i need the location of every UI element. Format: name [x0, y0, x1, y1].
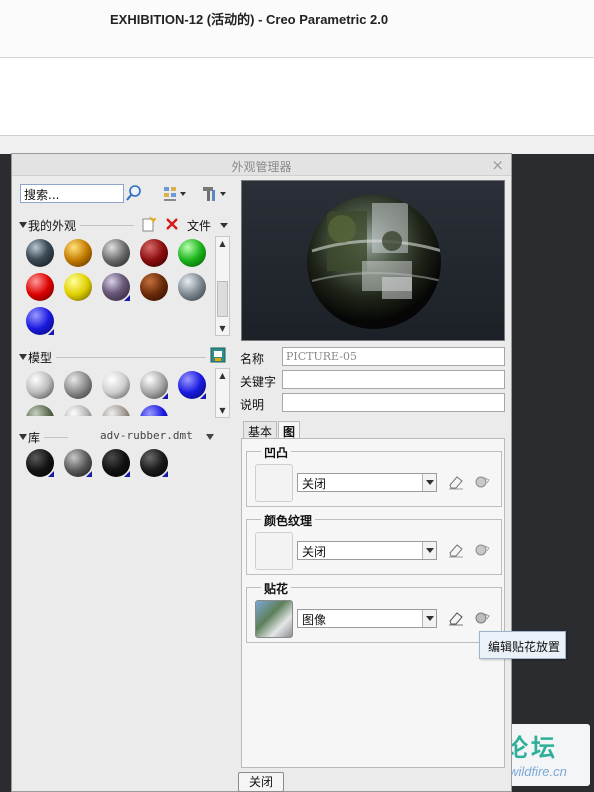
- model-appearance-icon[interactable]: [210, 347, 226, 363]
- appearance-swatch[interactable]: [64, 239, 92, 267]
- description-label: 说明: [240, 398, 265, 412]
- window-title: EXHIBITION-12 (活动的) - Creo Parametric 2.…: [110, 12, 389, 27]
- appearance-manager-dialog: 外观管理器 × 搜索... 我的外观 文件 ▲ ▼ 模型 ▲ ▼ 库 adv-r…: [11, 153, 512, 792]
- keyword-field[interactable]: [282, 370, 505, 389]
- decal-placement-tooltip: 编辑贴花放置: [479, 631, 566, 659]
- appearance-preview: [241, 180, 505, 341]
- custom-marker-icon: [162, 471, 168, 477]
- collapse-triangle-icon[interactable]: [19, 434, 27, 440]
- library-palette: [20, 446, 216, 482]
- appearance-swatch[interactable]: [102, 239, 130, 267]
- library-file-name: adv-rubber.dmt: [100, 429, 193, 442]
- keyword-label: 关键字: [240, 375, 277, 389]
- appearance-swatch[interactable]: [178, 273, 206, 301]
- search-input[interactable]: 搜索...: [20, 184, 124, 203]
- app-title-bar: EXHIBITION-12 (活动的) - Creo Parametric 2.…: [0, 0, 594, 58]
- bump-group: 凹凸 关闭: [246, 444, 502, 507]
- appearance-swatch[interactable]: [26, 239, 54, 267]
- placement-icon[interactable]: [473, 474, 491, 490]
- edit-decal-placement-icon[interactable]: [473, 610, 491, 626]
- appearance-swatch[interactable]: [140, 239, 168, 267]
- appearance-swatch[interactable]: [140, 405, 168, 416]
- custom-marker-icon: [48, 471, 54, 477]
- description-field[interactable]: [282, 393, 505, 412]
- appearance-swatch[interactable]: [26, 405, 54, 416]
- chevron-down-icon[interactable]: [422, 610, 436, 627]
- appearance-swatch[interactable]: [102, 405, 130, 416]
- custom-marker-icon: [86, 471, 92, 477]
- decal-group: 贴花 图像: [246, 580, 502, 643]
- appearance-swatch[interactable]: [140, 273, 168, 301]
- section-divider: [56, 357, 206, 358]
- custom-marker-icon: [200, 393, 206, 399]
- collapse-triangle-icon[interactable]: [19, 354, 27, 360]
- chevron-down-icon[interactable]: [205, 433, 215, 441]
- section-divider: [80, 225, 134, 226]
- eraser-icon[interactable]: [447, 610, 465, 626]
- color-texture-group: 颜色纹理 关闭: [246, 512, 502, 575]
- color-texture-title: 颜色纹理: [261, 512, 316, 529]
- collapse-triangle-icon[interactable]: [19, 222, 27, 228]
- tab-basic[interactable]: 基本: [243, 421, 278, 439]
- close-button[interactable]: 关闭: [238, 772, 284, 792]
- bump-title: 凹凸: [261, 444, 292, 461]
- model-palette: [20, 368, 216, 416]
- model-header[interactable]: 模型: [19, 349, 52, 366]
- bump-map-thumbnail[interactable]: [255, 464, 293, 502]
- custom-marker-icon: [124, 471, 130, 477]
- my-appearances-header[interactable]: 我的外观: [19, 217, 76, 234]
- appearance-swatch[interactable]: [178, 239, 206, 267]
- decal-image-thumbnail[interactable]: [255, 600, 293, 638]
- scroll-down-icon[interactable]: ▼: [216, 322, 229, 335]
- delete-icon[interactable]: [165, 217, 179, 231]
- name-label: 名称: [240, 352, 265, 366]
- appearance-swatch[interactable]: [102, 371, 130, 399]
- color-texture-select[interactable]: 关闭: [297, 541, 437, 560]
- appearance-swatch[interactable]: [64, 371, 92, 399]
- scroll-thumb[interactable]: [217, 281, 228, 317]
- chevron-down-icon[interactable]: [422, 474, 436, 491]
- my-appearances-palette: [20, 236, 216, 340]
- decal-title: 贴花: [261, 580, 292, 597]
- ribbon: [0, 58, 594, 136]
- scroll-down-icon[interactable]: ▼: [216, 404, 229, 417]
- scroll-up-icon[interactable]: ▲: [216, 369, 229, 382]
- decal-select[interactable]: 图像: [297, 609, 437, 628]
- preview-sphere: [307, 195, 441, 329]
- color-texture-thumbnail[interactable]: [255, 532, 293, 570]
- name-field[interactable]: PICTURE-05: [282, 347, 505, 366]
- search-icon[interactable]: [125, 184, 143, 202]
- placement-icon[interactable]: [473, 542, 491, 558]
- model-scrollbar[interactable]: ▲ ▼: [215, 368, 230, 418]
- view-options-icon[interactable]: [162, 185, 190, 203]
- custom-marker-icon: [48, 329, 54, 335]
- section-divider: [44, 437, 68, 438]
- file-menu[interactable]: 文件: [187, 217, 228, 234]
- new-appearance-icon[interactable]: [140, 216, 156, 232]
- tools-icon[interactable]: [200, 185, 228, 203]
- appearance-swatch[interactable]: [64, 405, 92, 416]
- scroll-up-icon[interactable]: ▲: [216, 237, 229, 250]
- my-appearances-scrollbar[interactable]: ▲ ▼: [215, 236, 230, 336]
- appearance-swatch[interactable]: [26, 273, 54, 301]
- dialog-title: 外观管理器: [231, 160, 292, 174]
- library-header[interactable]: 库: [19, 429, 40, 446]
- tab-map[interactable]: 图: [278, 421, 301, 439]
- close-icon[interactable]: ×: [491, 156, 504, 174]
- chevron-down-icon[interactable]: [422, 542, 436, 559]
- dialog-title-bar: 外观管理器 ×: [12, 154, 511, 176]
- bump-select[interactable]: 关闭: [297, 473, 437, 492]
- eraser-icon[interactable]: [447, 474, 465, 490]
- map-tab-panel: 凹凸 关闭 颜色纹理 关闭 贴花 图像: [241, 438, 505, 768]
- custom-marker-icon: [162, 393, 168, 399]
- custom-marker-icon: [124, 295, 130, 301]
- appearance-swatch[interactable]: [64, 273, 92, 301]
- chevron-down-icon: [219, 223, 228, 228]
- ribbon-strip: [0, 136, 594, 154]
- appearance-swatch[interactable]: [26, 371, 54, 399]
- eraser-icon[interactable]: [447, 542, 465, 558]
